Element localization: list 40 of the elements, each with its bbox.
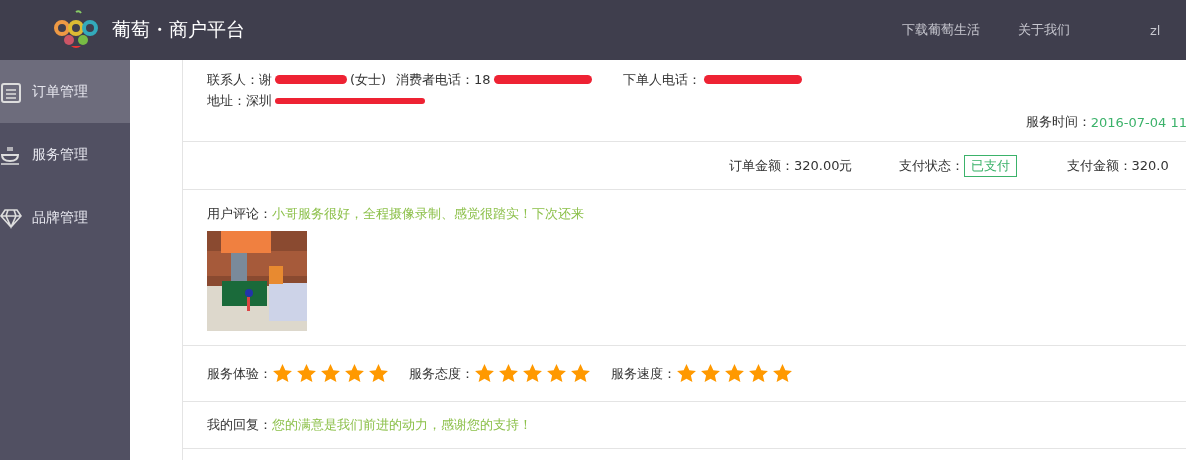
star-icon bbox=[474, 363, 495, 384]
rating-label: 服务体验： bbox=[207, 364, 272, 383]
star-icon bbox=[368, 363, 389, 384]
contact-text: 联系人：谢 (女士) bbox=[207, 70, 388, 89]
clipboard-icon bbox=[0, 80, 22, 103]
sidebar-item[interactable]: 订单管理 bbox=[0, 60, 130, 123]
star-icon bbox=[570, 363, 591, 384]
star-icon bbox=[700, 363, 721, 384]
sidebar-item[interactable]: 服务管理 bbox=[0, 123, 130, 186]
pay-status-label: 支付状态： bbox=[898, 156, 964, 175]
star-icon bbox=[320, 363, 341, 384]
star-icon bbox=[724, 363, 745, 384]
address-text: 地址：深圳 bbox=[207, 91, 428, 110]
reply-text: 我的回复：您的满意是我们前进的动力，感谢您的支持！ bbox=[207, 416, 532, 434]
star-icon bbox=[498, 363, 519, 384]
logo-icon bbox=[54, 10, 98, 50]
consumer-phone-text: 消费者电话：18 bbox=[396, 70, 623, 89]
service-time-text: 服务时间：2016-07-04 11 bbox=[1025, 113, 1186, 131]
star-icon bbox=[772, 363, 793, 384]
sidebar-item[interactable]: 品牌管理 bbox=[0, 186, 130, 249]
star-icon bbox=[272, 363, 293, 384]
user-name[interactable]: zl bbox=[1150, 22, 1161, 38]
rating-label: 服务态度： bbox=[409, 364, 474, 383]
star-icon bbox=[296, 363, 317, 384]
nav-link[interactable]: 下载葡萄生活 bbox=[902, 21, 980, 39]
star-icon bbox=[546, 363, 567, 384]
star-icon bbox=[522, 363, 543, 384]
star-icon bbox=[344, 363, 365, 384]
pay-amount-text: 支付金额：320.0 bbox=[1066, 156, 1169, 175]
star-icon bbox=[748, 363, 769, 384]
status-badge: 已支付 bbox=[963, 154, 1017, 177]
diamond-icon bbox=[0, 206, 22, 229]
nav-link[interactable]: 关于我们 bbox=[1018, 21, 1070, 39]
order-amount-text: 订单金额：320.00元 bbox=[729, 156, 853, 175]
star-icon bbox=[676, 363, 697, 384]
brand-title: 葡萄・商户平台 bbox=[112, 17, 245, 42]
comment-text: 用户评论：小哥服务很好，全程摄像录制、感觉很踏实！下次还来 bbox=[207, 205, 585, 223]
redaction-mark bbox=[275, 75, 347, 84]
rating-label: 服务速度： bbox=[611, 364, 676, 383]
orderer-phone-text: 下单人电话： bbox=[623, 70, 805, 89]
